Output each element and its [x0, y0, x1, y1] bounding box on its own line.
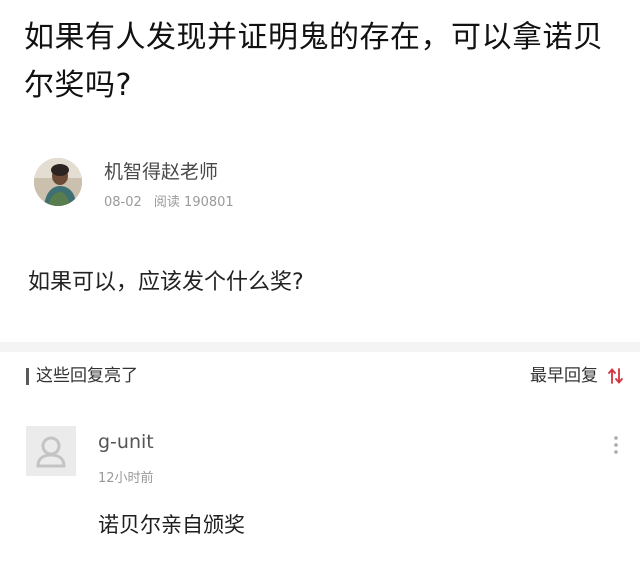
comment-text: 诺贝尔亲自颁奖: [98, 513, 245, 537]
comment-more-button[interactable]: [610, 434, 622, 456]
section-divider: [0, 342, 640, 352]
comment-avatar[interactable]: [26, 426, 76, 476]
post-meta: 08-02 阅读 190801: [104, 194, 242, 212]
sort-arrows-icon: [608, 368, 623, 384]
read-count: 阅读 190801: [153, 195, 234, 210]
post-date: 08-02: [104, 195, 142, 210]
replies-section-title: 这些回复亮了: [36, 366, 138, 386]
comment-time: 12小时前: [98, 471, 154, 486]
user-placeholder-icon: [26, 426, 76, 476]
more-vertical-icon: [614, 436, 618, 454]
sort-label: 最早回复: [530, 366, 598, 386]
question-body: 如果可以，应该发个什么奖?: [28, 270, 304, 295]
replies-section-header: 这些回复亮了 最早回复: [0, 362, 640, 392]
comment-username[interactable]: g-unit: [98, 430, 154, 454]
section-accent-bar: [26, 368, 29, 385]
author-avatar[interactable]: [34, 158, 82, 206]
question-title: 如果有人发现并证明鬼的存在，可以拿诺贝尔奖吗?: [24, 20, 604, 103]
author-avatar-image: [34, 158, 82, 206]
sort-button[interactable]: 最早回复: [530, 362, 624, 390]
post-page: 如果有人发现并证明鬼的存在，可以拿诺贝尔奖吗? 机智得赵老师 08-02 阅读 …: [0, 0, 640, 561]
author-name[interactable]: 机智得赵老师: [104, 160, 218, 184]
